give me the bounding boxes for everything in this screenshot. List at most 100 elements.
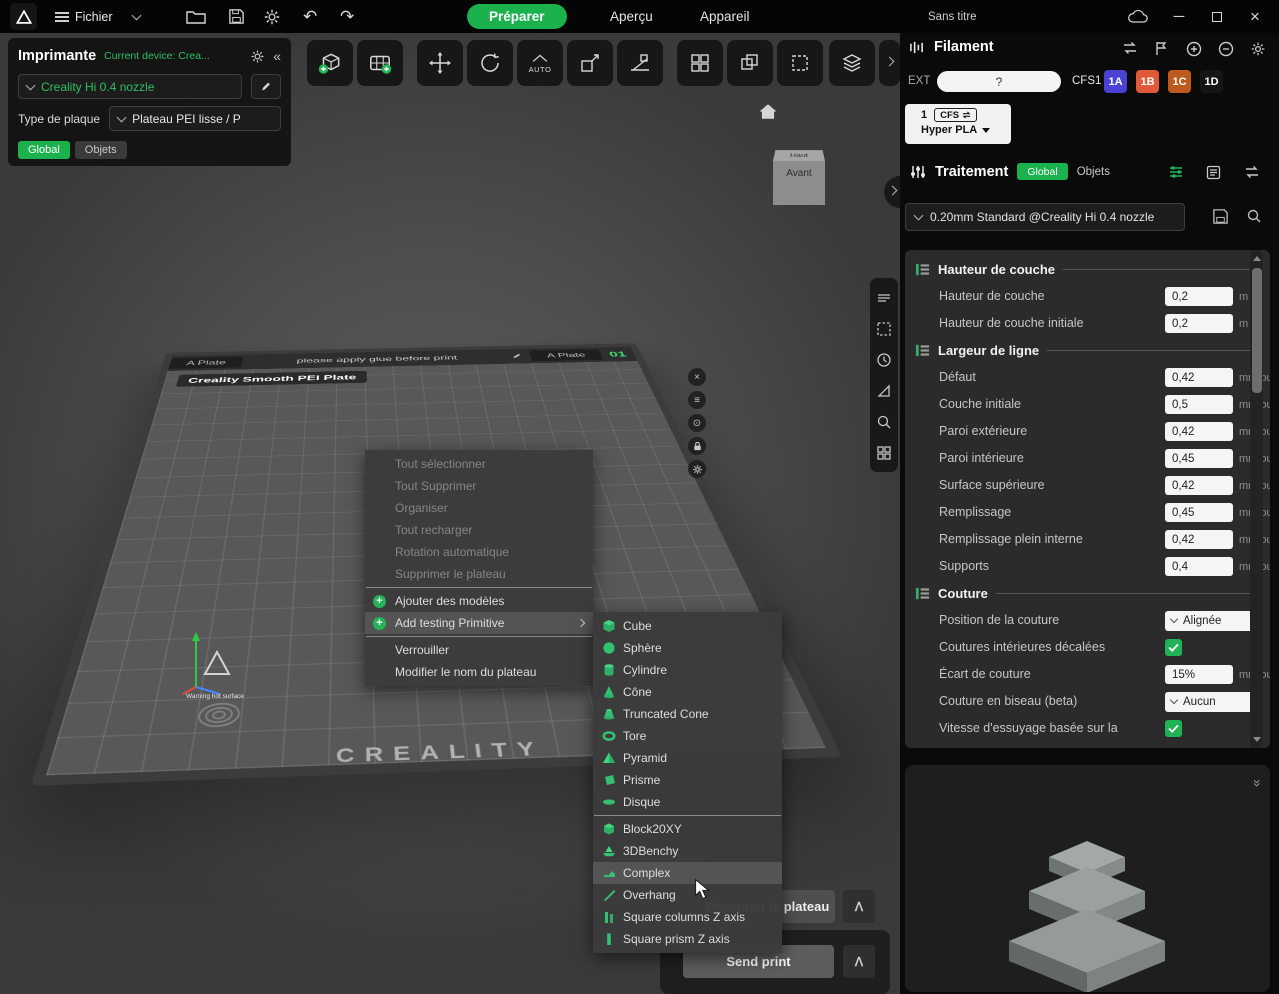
- plate-target-button[interactable]: ⊙: [688, 414, 706, 432]
- menu-item-lock[interactable]: Verrouiller: [365, 639, 593, 661]
- angle-measure-button[interactable]: [870, 375, 898, 406]
- move-tool-button[interactable]: [417, 40, 463, 86]
- menu-item-delete-all[interactable]: Tout Supprimer: [365, 475, 593, 497]
- scrollbar-thumb[interactable]: [1251, 268, 1262, 393]
- menu-item-select-all[interactable]: Tout sélectionner: [365, 453, 593, 475]
- printer-tab-global[interactable]: Global: [18, 141, 70, 159]
- tab-preparer[interactable]: Préparer: [467, 4, 567, 29]
- edit-printer-button[interactable]: [251, 74, 281, 99]
- grid-view-button[interactable]: [870, 437, 898, 468]
- process-tab-objects[interactable]: Objets: [1077, 166, 1110, 178]
- printer-settings-icon[interactable]: [250, 49, 265, 64]
- submenu-item-cube[interactable]: Cube: [593, 615, 782, 637]
- setting-input[interactable]: 0,42: [1165, 368, 1233, 387]
- submenu-item-cylinder[interactable]: Cylindre: [593, 659, 782, 681]
- menu-item-delete-plate[interactable]: Supprimer le plateau: [365, 563, 593, 585]
- submenu-item-overhang[interactable]: Overhang: [593, 884, 782, 906]
- setting-input[interactable]: 0,5: [1165, 395, 1233, 414]
- printer-select[interactable]: Creality Hi 0.4 nozzle: [18, 74, 242, 99]
- rotate-tool-button[interactable]: [467, 40, 513, 86]
- zoom-search-button[interactable]: [870, 406, 898, 437]
- staggered-seams-checkbox[interactable]: [1165, 639, 1182, 656]
- submenu-item-block20xy[interactable]: Block20XY: [593, 818, 782, 840]
- edit-pencil-icon[interactable]: [510, 353, 524, 359]
- auto-orient-tool-button[interactable]: AUTO: [517, 40, 563, 86]
- setting-input[interactable]: 15%: [1165, 665, 1233, 684]
- menu-item-rename-plate[interactable]: Modifier le nom du plateau: [365, 661, 593, 683]
- view-cube-top[interactable]: Haut: [773, 150, 825, 161]
- layers-tool-button[interactable]: [829, 40, 875, 86]
- scarf-seam-select[interactable]: Aucun: [1165, 691, 1258, 712]
- view-cube[interactable]: Haut Avant: [773, 143, 825, 205]
- undo-button[interactable]: ↶: [303, 0, 317, 33]
- submenu-item-disc[interactable]: Disque: [593, 791, 782, 813]
- plate-settings-button[interactable]: [688, 460, 706, 478]
- setting-input[interactable]: 0,42: [1165, 530, 1233, 549]
- collapse-panel-button[interactable]: «: [273, 48, 281, 64]
- send-options-caret-button[interactable]: ᐱ: [843, 945, 875, 978]
- plate-tab-left[interactable]: A Plate: [168, 356, 244, 369]
- filament-slot-1d[interactable]: 1D: [1200, 70, 1223, 93]
- setting-input[interactable]: 0,45: [1165, 503, 1233, 522]
- submenu-item-square-columns[interactable]: Square columns Z axis: [593, 906, 782, 928]
- submenu-item-3dbenchy[interactable]: 3DBenchy: [593, 840, 782, 862]
- maximize-button[interactable]: [1205, 0, 1229, 33]
- viewport-3d[interactable]: A Plate please apply glue before print A…: [0, 33, 900, 994]
- save-button[interactable]: [228, 0, 245, 33]
- scroll-down-arrow[interactable]: [1253, 737, 1261, 742]
- submenu-item-complex[interactable]: Complex: [593, 862, 782, 884]
- add-plate-button[interactable]: [357, 40, 403, 86]
- panel-expander-button[interactable]: [884, 176, 900, 208]
- dryer-flag-button[interactable]: [1154, 41, 1168, 56]
- filament-slot-1b[interactable]: 1B: [1136, 70, 1159, 93]
- scroll-up-arrow[interactable]: [1253, 256, 1261, 261]
- menu-item-add-testing-primitive[interactable]: + Add testing Primitive: [365, 612, 593, 634]
- filter-presets-button[interactable]: [1168, 165, 1184, 179]
- print-time-button[interactable]: [870, 344, 898, 375]
- setting-input[interactable]: 0,2: [1165, 314, 1233, 333]
- plate-close-button[interactable]: ×: [688, 368, 706, 386]
- filament-slot-1c[interactable]: 1C: [1168, 70, 1191, 93]
- seam-position-select[interactable]: Alignée: [1165, 610, 1258, 631]
- transform-tool-button[interactable]: [777, 40, 823, 86]
- setting-input[interactable]: 0,2: [1165, 287, 1233, 306]
- menu-item-auto-rotate[interactable]: Rotation automatique: [365, 541, 593, 563]
- close-button[interactable]: ×: [1243, 0, 1267, 33]
- settings-scrollbar[interactable]: [1250, 250, 1263, 748]
- wipe-speed-checkbox[interactable]: [1165, 720, 1182, 737]
- submenu-item-cone[interactable]: Cône: [593, 681, 782, 703]
- search-settings-button[interactable]: [1246, 208, 1262, 224]
- home-view-button[interactable]: [758, 103, 778, 120]
- redo-button[interactable]: ↷: [340, 0, 354, 33]
- submenu-item-square-prism[interactable]: Square prism Z axis: [593, 928, 782, 950]
- selection-box-button[interactable]: [870, 313, 898, 344]
- menu-item-reload-all[interactable]: Tout recharger: [365, 519, 593, 541]
- plate-lock-button[interactable]: [688, 437, 706, 455]
- tab-appareil[interactable]: Appareil: [700, 9, 750, 24]
- collapse-preview-icon[interactable]: »: [1250, 779, 1266, 787]
- settings-gear-button[interactable]: [263, 0, 281, 33]
- preset-list-button[interactable]: [1206, 165, 1221, 180]
- setting-input[interactable]: 0,45: [1165, 449, 1233, 468]
- compare-presets-button[interactable]: [1244, 165, 1260, 179]
- submenu-item-sphere[interactable]: Sphère: [593, 637, 782, 659]
- view-cube-front[interactable]: Avant: [773, 161, 825, 205]
- plate-menu-button[interactable]: ≡: [688, 391, 706, 409]
- plate-stack-button[interactable]: [870, 282, 898, 313]
- slice-options-caret-button[interactable]: ᐱ: [843, 890, 875, 923]
- setting-input[interactable]: 0,42: [1165, 422, 1233, 441]
- lay-flat-tool-button[interactable]: [617, 40, 663, 86]
- preset-select[interactable]: 0.20mm Standard @Creality Hi 0.4 nozzle: [905, 203, 1185, 231]
- creality-logo[interactable]: [10, 0, 37, 33]
- process-tab-global[interactable]: Global: [1017, 163, 1068, 180]
- add-model-button[interactable]: [307, 40, 353, 86]
- save-preset-button[interactable]: [1212, 208, 1229, 225]
- ext-filament-slot[interactable]: ?: [937, 71, 1061, 92]
- menu-item-add-models[interactable]: + Ajouter des modèles: [365, 590, 593, 612]
- clone-tool-button[interactable]: [727, 40, 773, 86]
- sync-filament-button[interactable]: [1122, 41, 1138, 55]
- filament-settings-button[interactable]: [1250, 41, 1266, 57]
- setting-input[interactable]: 0,4: [1165, 557, 1233, 576]
- add-filament-button[interactable]: [1186, 41, 1202, 57]
- cloud-sync-button[interactable]: [1127, 0, 1149, 33]
